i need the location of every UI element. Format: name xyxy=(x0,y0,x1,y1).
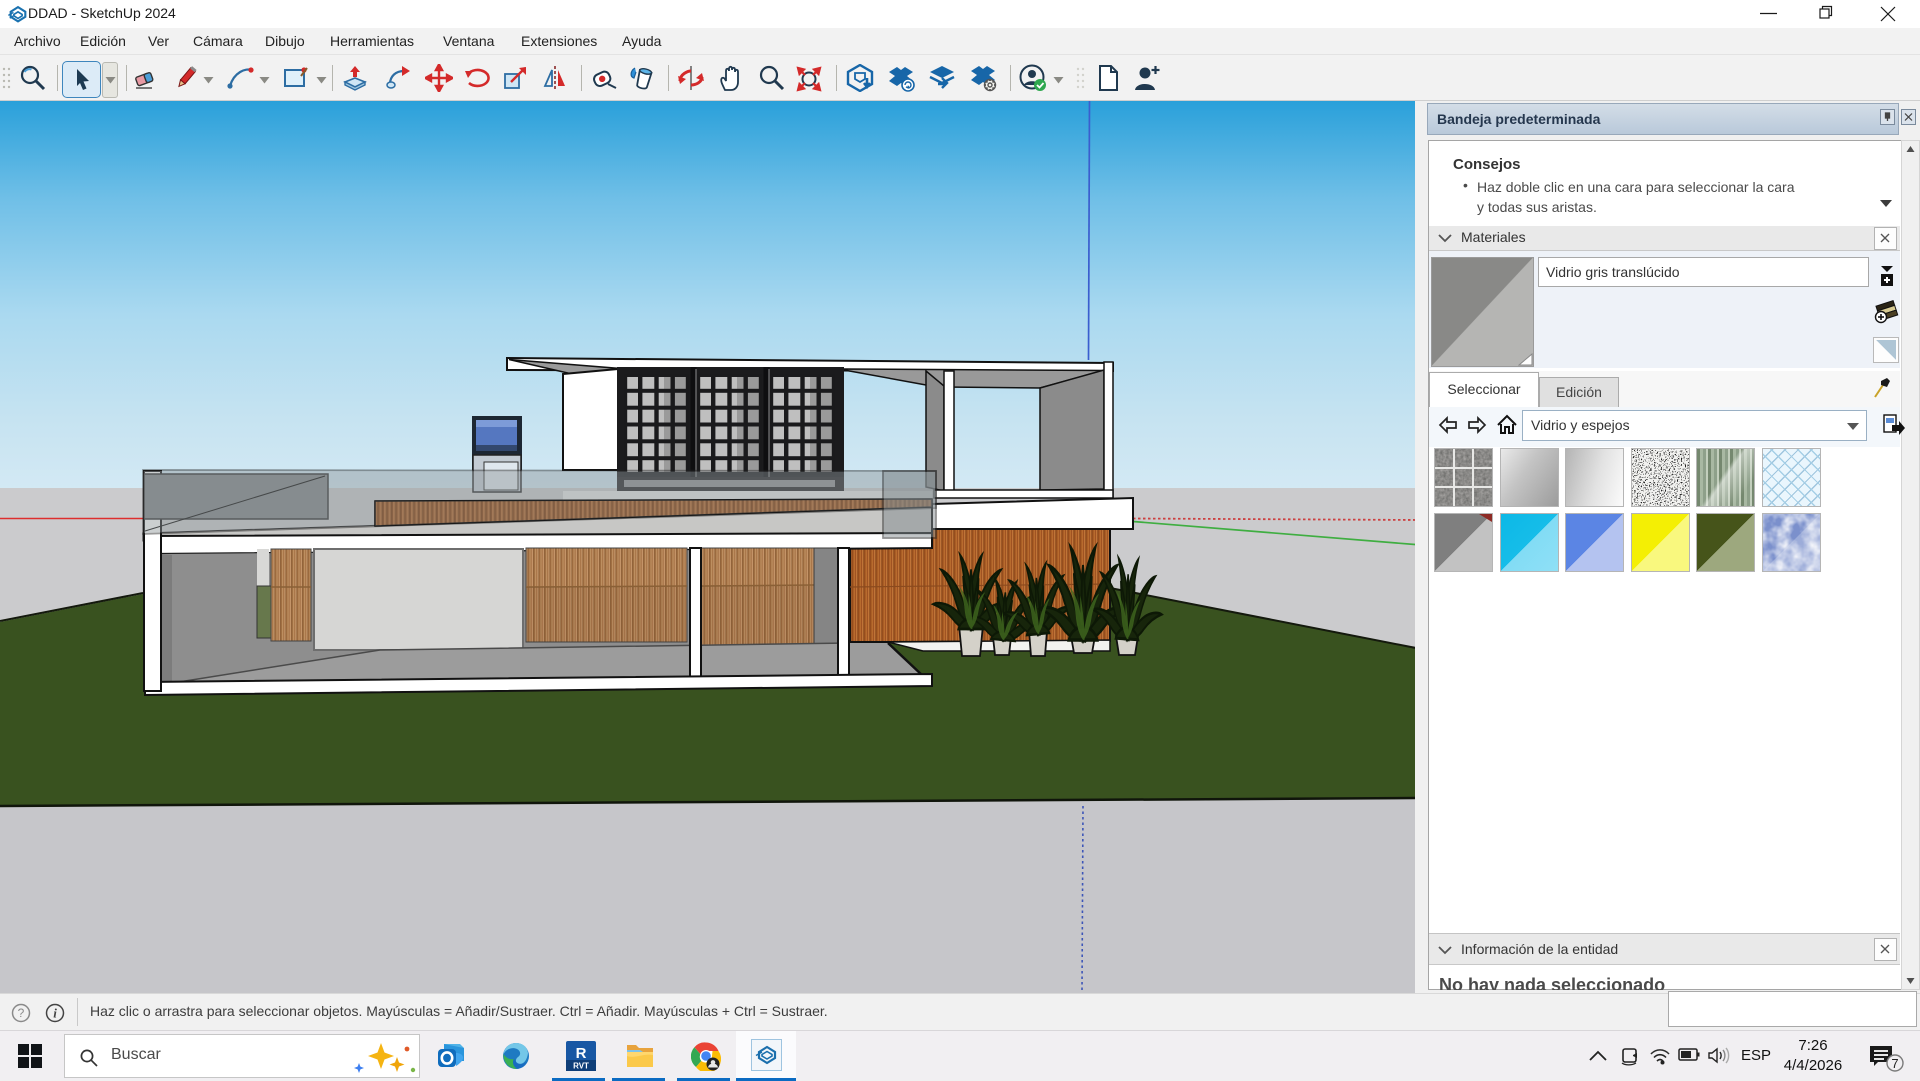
svg-text:?: ? xyxy=(18,1006,25,1020)
svg-text:RVT: RVT xyxy=(573,1062,589,1071)
svg-text:7: 7 xyxy=(1891,1056,1898,1071)
svg-text:R: R xyxy=(576,1045,587,1062)
svg-text:i: i xyxy=(53,1006,57,1021)
